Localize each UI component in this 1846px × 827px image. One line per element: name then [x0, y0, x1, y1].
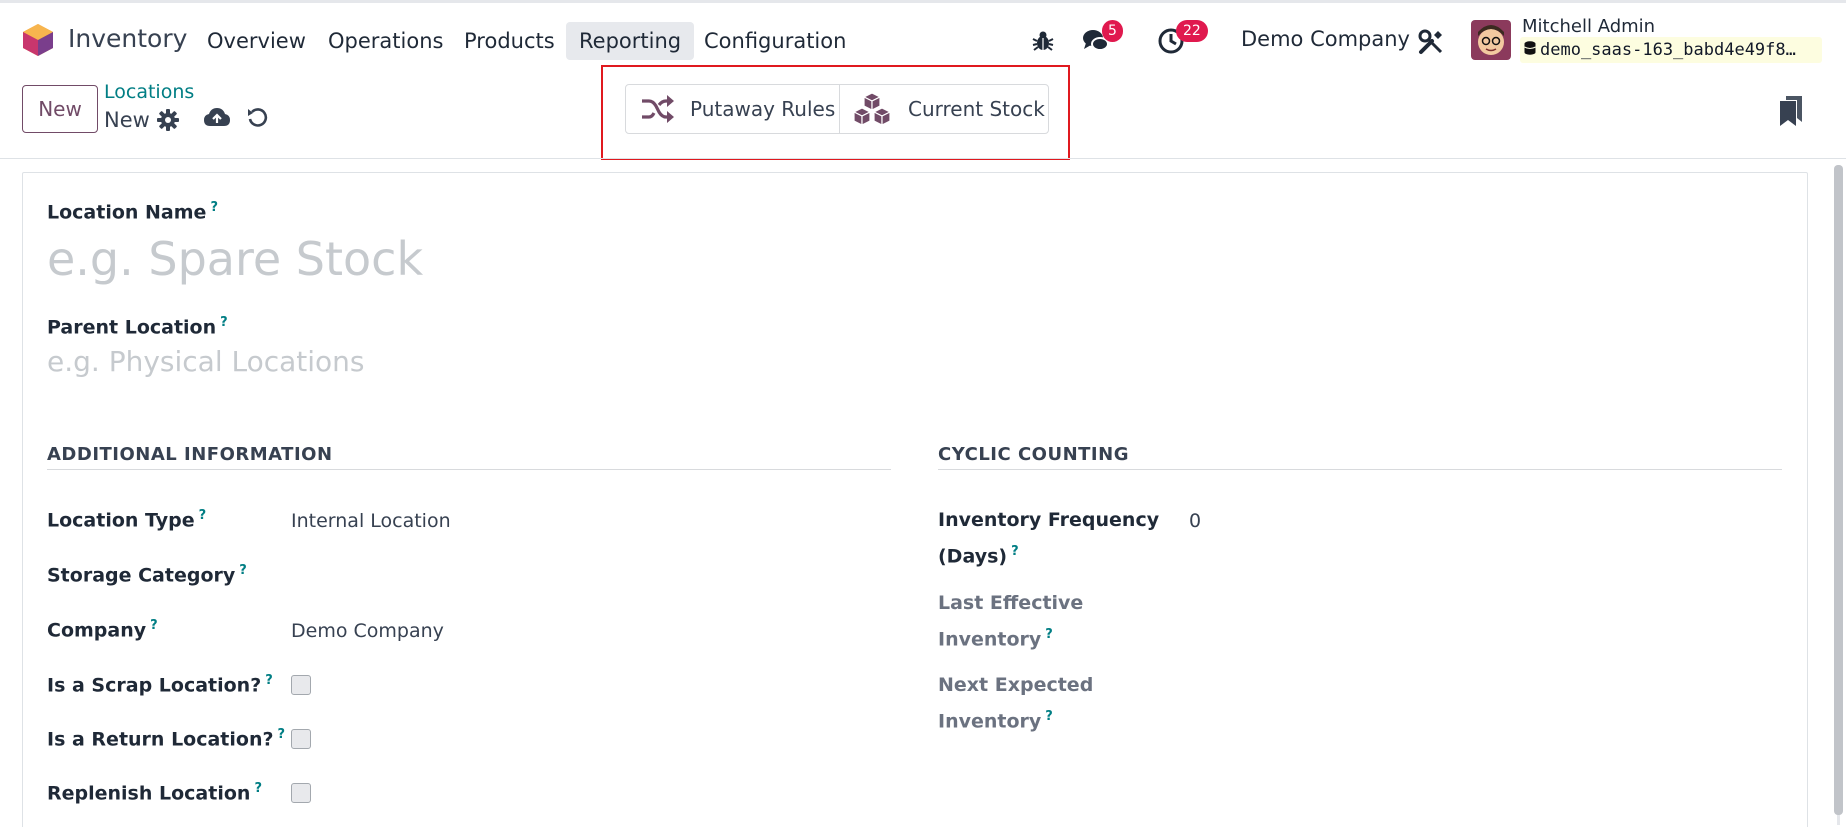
- parent-location-input[interactable]: e.g. Physical Locations: [47, 345, 365, 378]
- user-name[interactable]: Mitchell Admin: [1522, 16, 1655, 37]
- location-name-input[interactable]: e.g. Spare Stock: [47, 232, 423, 286]
- menu-configuration[interactable]: Configuration: [691, 22, 859, 60]
- return-location-help[interactable]: ?: [278, 727, 286, 742]
- knowledge-bookmark-icon[interactable]: [1780, 96, 1802, 126]
- shuffle-random-icon: [642, 95, 674, 123]
- cyclic-counting-title: CYCLIC COUNTING: [938, 444, 1129, 465]
- menu-products[interactable]: Products: [451, 22, 568, 60]
- inventory-frequency-label: Inventory Frequency (Days)?: [938, 509, 1160, 568]
- putaway-rules-button[interactable]: Putaway Rules: [626, 85, 840, 133]
- storage-category-input[interactable]: [291, 563, 791, 589]
- cubes-stock-icon: [852, 92, 892, 126]
- next-expected-inventory-label: Next Expected Inventory?: [938, 674, 1094, 733]
- parent-location-help[interactable]: ?: [220, 315, 228, 330]
- database-icon: [1524, 37, 1536, 63]
- smart-buttons: Putaway Rules Current Stock: [625, 84, 1049, 134]
- cyclic-counting-divider: [938, 469, 1782, 470]
- scrollbar-thumb[interactable]: [1834, 165, 1843, 815]
- control-panel-divider: [0, 158, 1846, 159]
- discard-undo-icon[interactable]: [247, 107, 269, 129]
- form-scrollbar[interactable]: [1834, 165, 1843, 825]
- location-name-label: Location Name?: [47, 200, 218, 224]
- current-stock-button[interactable]: Current Stock: [840, 85, 1048, 133]
- location-name-help[interactable]: ?: [210, 200, 218, 215]
- tools-settings-icon[interactable]: [1418, 29, 1444, 55]
- debug-bug-icon[interactable]: [1031, 29, 1055, 53]
- messages-badge: 5: [1102, 20, 1123, 42]
- additional-information-divider: [47, 469, 891, 470]
- breadcrumb-locations[interactable]: Locations: [104, 81, 194, 103]
- top-navbar: Inventory Overview Operations Products R…: [0, 0, 1846, 75]
- last-effective-inventory-help[interactable]: ?: [1045, 627, 1053, 642]
- location-type-select[interactable]: Internal Location: [291, 510, 451, 532]
- return-location-checkbox[interactable]: [291, 729, 311, 749]
- menu-operations[interactable]: Operations: [315, 22, 456, 60]
- storage-category-help[interactable]: ?: [239, 563, 247, 578]
- user-avatar[interactable]: [1471, 20, 1511, 60]
- database-name: demo_saas-163_babd4e49f8…: [1520, 37, 1822, 63]
- odoo-inventory-logo-icon[interactable]: [22, 23, 54, 57]
- activities-badge: 22: [1176, 20, 1208, 42]
- replenish-location-checkbox[interactable]: [291, 783, 311, 803]
- company-help[interactable]: ?: [150, 618, 158, 633]
- next-expected-inventory-help[interactable]: ?: [1045, 709, 1053, 724]
- inventory-frequency-input[interactable]: 0: [1189, 510, 1201, 532]
- additional-information-title: ADDITIONAL INFORMATION: [47, 444, 333, 465]
- return-location-label: Is a Return Location??: [47, 727, 286, 751]
- parent-location-label: Parent Location?: [47, 315, 228, 339]
- location-type-label: Location Type?: [47, 508, 207, 532]
- app-name[interactable]: Inventory: [68, 24, 187, 53]
- scrap-location-checkbox[interactable]: [291, 675, 311, 695]
- putaway-rules-label: Putaway Rules: [690, 97, 836, 121]
- menu-overview[interactable]: Overview: [194, 22, 319, 60]
- company-select[interactable]: Demo Company: [291, 620, 444, 642]
- menu-reporting[interactable]: Reporting: [566, 22, 695, 60]
- last-effective-inventory-label: Last Effective Inventory?: [938, 592, 1084, 651]
- inventory-frequency-help[interactable]: ?: [1011, 544, 1019, 559]
- location-type-help[interactable]: ?: [199, 508, 207, 523]
- database-name-text: demo_saas-163_babd4e49f8…: [1540, 40, 1796, 60]
- save-cloud-upload-icon[interactable]: [204, 106, 230, 130]
- company-label: Company?: [47, 618, 158, 642]
- company-switcher[interactable]: Demo Company: [1241, 27, 1410, 51]
- gear-icon[interactable]: [157, 109, 179, 131]
- avatar-face-icon: [1471, 20, 1511, 60]
- replenish-location-label: Replenish Location?: [47, 781, 262, 805]
- storage-category-label: Storage Category?: [47, 563, 247, 587]
- replenish-location-help[interactable]: ?: [254, 781, 262, 796]
- new-record-button[interactable]: New: [22, 85, 98, 133]
- scrap-location-help[interactable]: ?: [265, 673, 273, 688]
- current-stock-label: Current Stock: [908, 97, 1045, 121]
- breadcrumb-current: New: [104, 108, 150, 132]
- scrap-location-label: Is a Scrap Location??: [47, 673, 273, 697]
